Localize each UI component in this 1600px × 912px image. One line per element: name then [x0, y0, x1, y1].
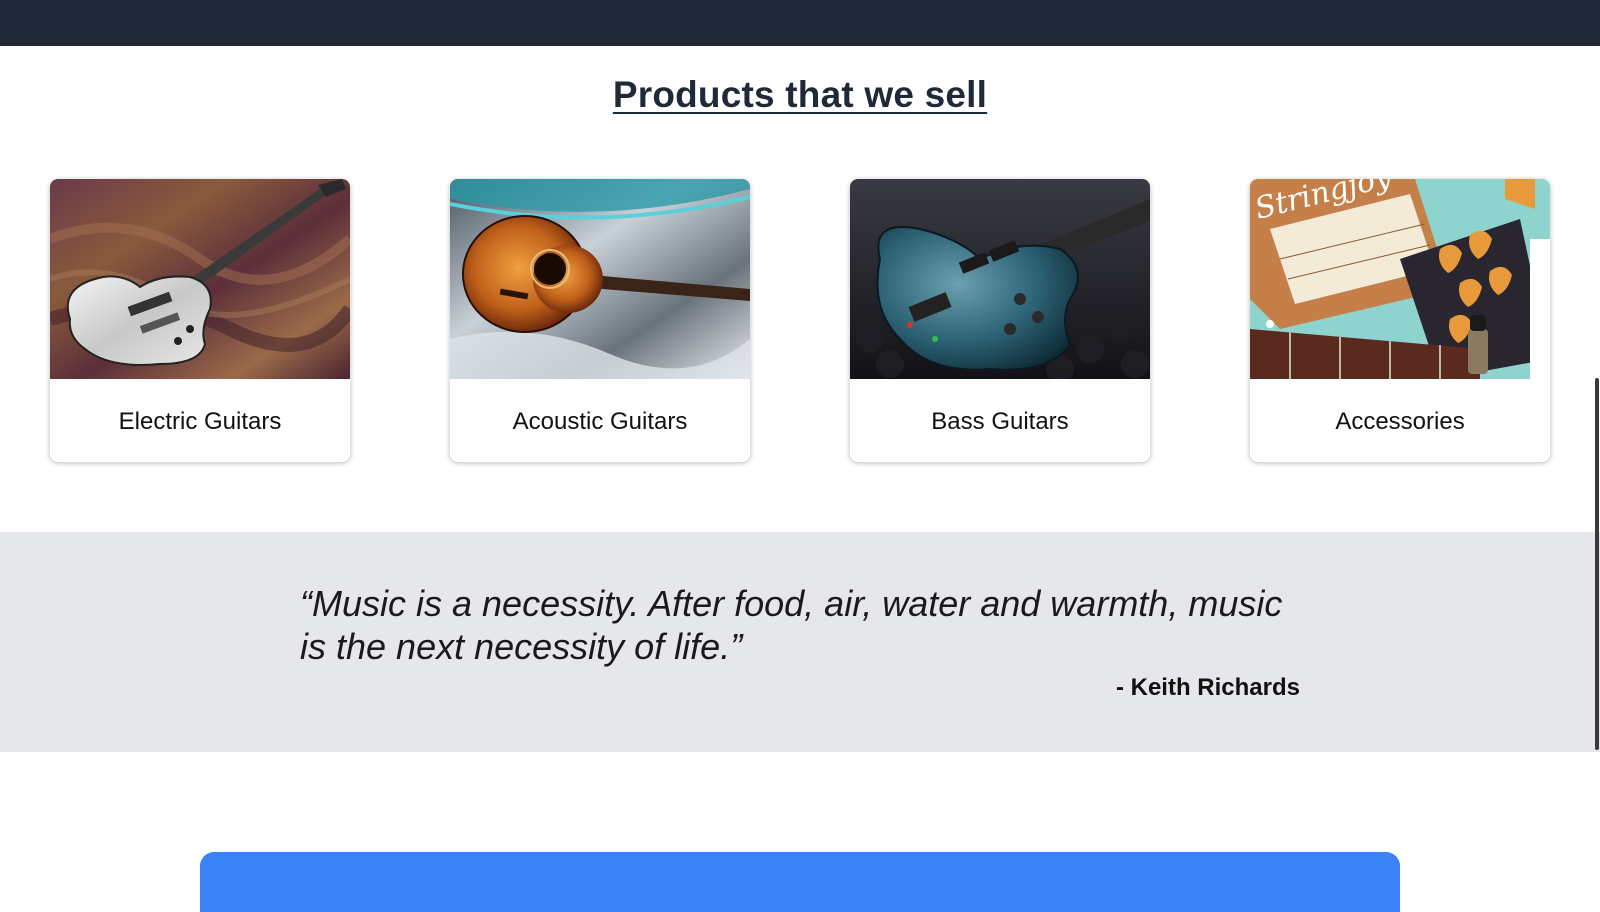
product-card-electric-guitars[interactable]: Electric Guitars: [50, 179, 350, 462]
bass-guitar-image: [850, 179, 1150, 379]
products-section-title: Products that we sell: [612, 74, 988, 115]
quote-author: - Keith Richards: [1115, 674, 1300, 701]
call-to-action-panel: [200, 852, 1400, 912]
product-card-label: Bass Guitars: [931, 408, 1069, 435]
product-card-bass-guitars[interactable]: Bass Guitars: [850, 179, 1150, 462]
product-card-label: Acoustic Guitars: [512, 408, 688, 435]
product-card-acoustic-guitars[interactable]: Acoustic Guitars: [450, 179, 750, 462]
page-scrollbar-thumb[interactable]: [1595, 378, 1599, 750]
product-card-label: Accessories: [1335, 408, 1465, 435]
acoustic-guitar-image: [450, 179, 750, 379]
product-card-label: Electric Guitars: [118, 408, 282, 435]
top-navigation-bar: [0, 0, 1600, 46]
accessories-image: Stringjoy: [1250, 179, 1550, 379]
product-card-accessories[interactable]: Stringjoy Accessories: [1250, 179, 1550, 462]
electric-guitar-image: [50, 179, 350, 379]
quote-section: “Music is a necessity. After food, air, …: [0, 532, 1600, 752]
quote-text: “Music is a necessity. After food, air, …: [300, 583, 1283, 667]
